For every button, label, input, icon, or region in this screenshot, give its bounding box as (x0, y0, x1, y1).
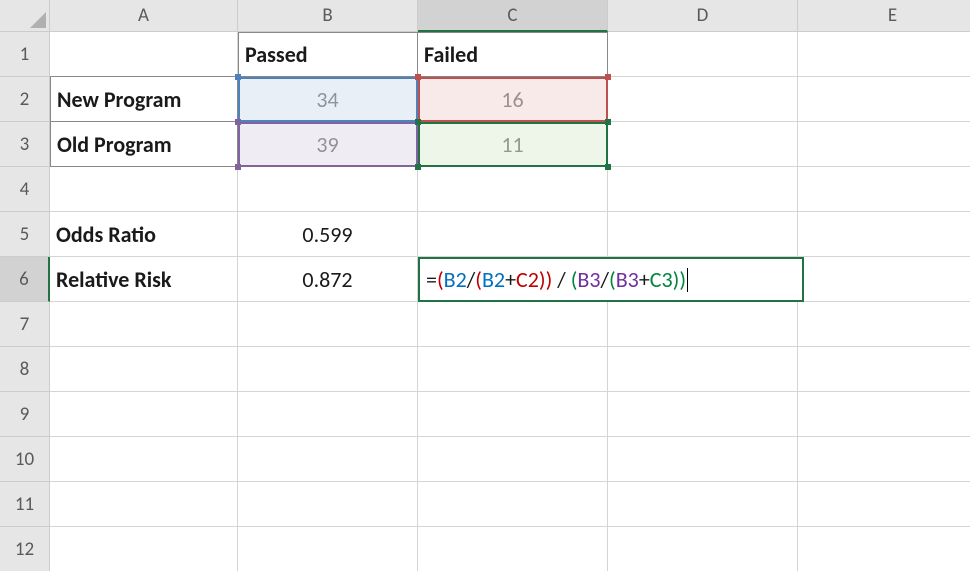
cell-E12[interactable] (798, 527, 970, 571)
cell-C5[interactable] (418, 212, 608, 257)
row-header-1[interactable]: 1 (0, 32, 50, 77)
cell-A8[interactable] (50, 347, 238, 392)
cell-C3[interactable]: 11 (418, 122, 608, 167)
cell-A11[interactable] (50, 482, 238, 527)
cell-A5[interactable]: Odds Ratio (50, 212, 238, 257)
cell-C9[interactable] (418, 392, 608, 437)
cell-A2[interactable]: New Program (50, 77, 238, 122)
cell-D3[interactable] (608, 122, 798, 167)
row-header-11[interactable]: 11 (0, 482, 50, 527)
cell-C4[interactable] (418, 167, 608, 212)
row-header-10[interactable]: 10 (0, 437, 50, 482)
row-header-9[interactable]: 9 (0, 392, 50, 437)
row-header-8[interactable]: 8 (0, 347, 50, 392)
cell-A7[interactable] (50, 302, 238, 347)
cell-B4[interactable] (238, 167, 418, 212)
cell-D10[interactable] (608, 437, 798, 482)
cell-B2[interactable]: 34 (238, 77, 418, 122)
cell-E1[interactable] (798, 32, 970, 77)
col-header-A[interactable]: A (50, 0, 238, 32)
row-header-5[interactable]: 5 (0, 212, 50, 257)
cell-E4[interactable] (798, 167, 970, 212)
cell-D8[interactable] (608, 347, 798, 392)
cell-C7[interactable] (418, 302, 608, 347)
cell-D12[interactable] (608, 527, 798, 571)
row-header-3[interactable]: 3 (0, 122, 50, 167)
cell-C11[interactable] (418, 482, 608, 527)
cell-D9[interactable] (608, 392, 798, 437)
cell-A1[interactable] (50, 32, 238, 77)
cell-E7[interactable] (798, 302, 970, 347)
formula-text: =(B2/(B2+C2)) / (B3/(B3+C3)) (426, 266, 686, 293)
cell-D5[interactable] (608, 212, 798, 257)
cell-E9[interactable] (798, 392, 970, 437)
cell-C8[interactable] (418, 347, 608, 392)
row-header-12[interactable]: 12 (0, 527, 50, 571)
cell-B12[interactable] (238, 527, 418, 571)
cell-E6[interactable] (798, 257, 970, 302)
col-header-D[interactable]: D (608, 0, 798, 32)
row-header-2[interactable]: 2 (0, 77, 50, 122)
text-caret (687, 268, 688, 292)
col-header-C[interactable]: C (418, 0, 608, 32)
col-header-E[interactable]: E (798, 0, 970, 32)
cell-B1[interactable]: Passed (238, 32, 418, 77)
cell-E3[interactable] (798, 122, 970, 167)
cell-B8[interactable] (238, 347, 418, 392)
row-header-6[interactable]: 6 (0, 257, 50, 302)
cell-B3[interactable]: 39 (238, 122, 418, 167)
cell-B6[interactable]: 0.872 (238, 257, 418, 302)
cell-A12[interactable] (50, 527, 238, 571)
row-header-7[interactable]: 7 (0, 302, 50, 347)
cell-D4[interactable] (608, 167, 798, 212)
cell-E5[interactable] (798, 212, 970, 257)
cell-A10[interactable] (50, 437, 238, 482)
cell-D2[interactable] (608, 77, 798, 122)
cell-C2[interactable]: 16 (418, 77, 608, 122)
cell-E8[interactable] (798, 347, 970, 392)
cell-C10[interactable] (418, 437, 608, 482)
cell-A9[interactable] (50, 392, 238, 437)
cell-D7[interactable] (608, 302, 798, 347)
cell-E2[interactable] (798, 77, 970, 122)
spreadsheet[interactable]: ABCDE123456789101112PassedFailedNew Prog… (0, 0, 970, 571)
row-header-4[interactable]: 4 (0, 167, 50, 212)
cell-A6[interactable]: Relative Risk (50, 257, 238, 302)
cell-B7[interactable] (238, 302, 418, 347)
cell-B9[interactable] (238, 392, 418, 437)
cell-E11[interactable] (798, 482, 970, 527)
cell-D11[interactable] (608, 482, 798, 527)
cell-C12[interactable] (418, 527, 608, 571)
col-header-B[interactable]: B (238, 0, 418, 32)
cell-B11[interactable] (238, 482, 418, 527)
cell-B10[interactable] (238, 437, 418, 482)
cell-B5[interactable]: 0.599 (238, 212, 418, 257)
cell-D1[interactable] (608, 32, 798, 77)
cell-A3[interactable]: Old Program (50, 122, 238, 167)
cell-C1[interactable]: Failed (418, 32, 608, 77)
select-all-corner[interactable] (0, 0, 50, 32)
cell-E10[interactable] (798, 437, 970, 482)
cell-editor[interactable]: =(B2/(B2+C2)) / (B3/(B3+C3)) (418, 257, 804, 302)
cell-A4[interactable] (50, 167, 238, 212)
